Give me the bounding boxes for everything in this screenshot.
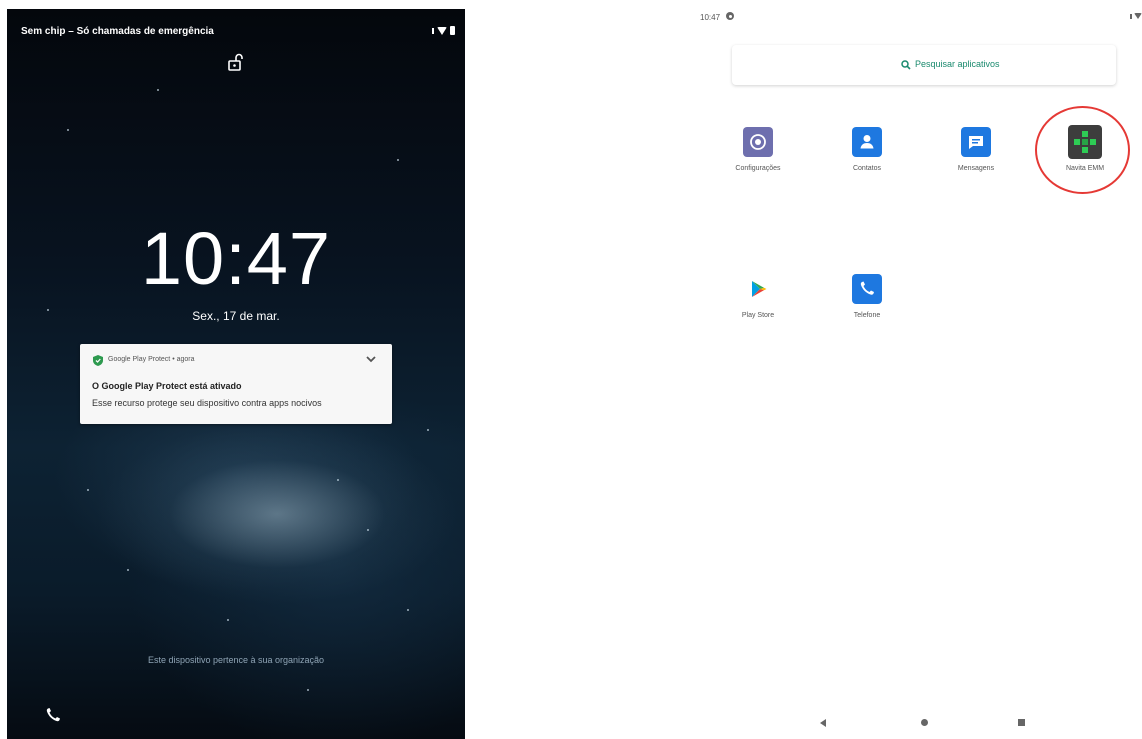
app-configuracoes[interactable]: Configurações [708, 127, 808, 172]
recents-button[interactable] [1018, 719, 1025, 726]
messages-icon [961, 127, 991, 157]
app-telefone[interactable]: Telefone [817, 274, 917, 319]
notification-body: Esse recurso protege seu dispositivo con… [92, 398, 322, 408]
carrier-status-text: Sem chip – Só chamadas de emergência [21, 26, 214, 37]
device-owner-text: Este dispositivo pertence à sua organiza… [147, 655, 325, 665]
wifi-icon [1134, 13, 1142, 19]
app-search-bar[interactable]: Pesquisar aplicativos [732, 45, 1116, 85]
lock-clock: 10:47 [140, 217, 332, 300]
settings-icon [743, 127, 773, 157]
app-drawer: 10:47 Pesquisar aplicativos Configuraçõe… [690, 0, 1142, 739]
app-label: Configurações [735, 165, 781, 172]
phone-icon[interactable] [45, 707, 61, 723]
wifi-icon [437, 26, 447, 35]
app-label: Contatos [852, 165, 882, 172]
search-placeholder: Pesquisar aplicativos [915, 59, 1000, 69]
app-play-store[interactable]: Play Store [708, 274, 808, 319]
status-icons [1130, 13, 1142, 19]
status-time: 10:47 [700, 13, 721, 22]
highlight-circle [1035, 106, 1130, 194]
app-label: Telefone [853, 312, 881, 319]
chevron-down-icon[interactable] [364, 352, 378, 366]
battery-icon [450, 26, 455, 35]
notification-title: O Google Play Protect está ativado [92, 381, 242, 391]
app-label: Play Store [741, 312, 775, 319]
signal-icon [1130, 13, 1132, 19]
settings-notification-icon [726, 12, 734, 20]
notification-app-line: Google Play Protect • agora [108, 356, 195, 363]
lock-date: Sex., 17 de mar. [192, 309, 280, 323]
contacts-icon [852, 127, 882, 157]
app-contatos[interactable]: Contatos [817, 127, 917, 172]
app-mensagens[interactable]: Mensagens [926, 127, 1026, 172]
lock-screen: Sem chip – Só chamadas de emergência 10:… [7, 9, 465, 739]
signal-icon [432, 27, 434, 34]
phone-icon [852, 274, 882, 304]
unlock-icon[interactable] [226, 52, 246, 72]
play-protect-notification[interactable]: Google Play Protect • agora O Google Pla… [80, 344, 392, 424]
back-button[interactable] [820, 719, 826, 727]
status-icons [432, 26, 455, 35]
search-icon [901, 60, 911, 70]
play-store-icon [743, 274, 773, 304]
home-button[interactable] [921, 719, 928, 726]
app-label: Mensagens [957, 165, 995, 172]
shield-icon [93, 355, 103, 366]
